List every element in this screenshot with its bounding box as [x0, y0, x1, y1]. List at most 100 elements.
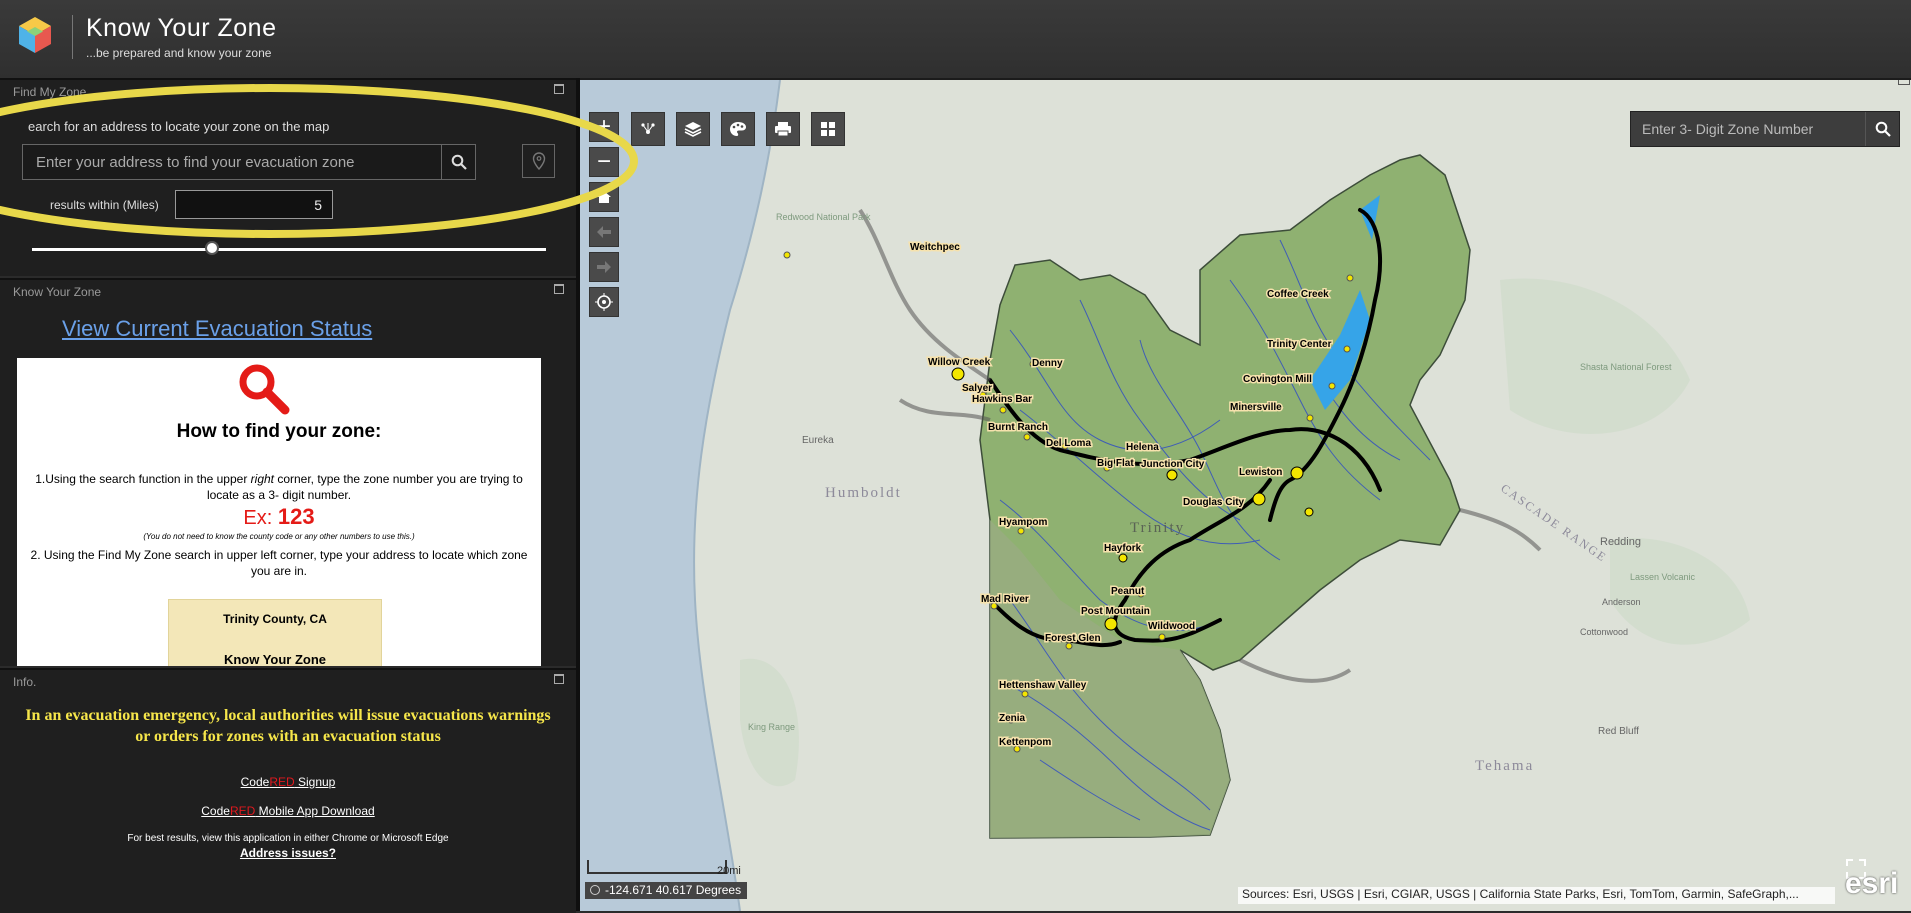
place-label: Willow Creek [928, 357, 991, 368]
place-label: Hawkins Bar [972, 394, 1032, 405]
scale-bar [587, 860, 727, 874]
basemap: Humboldt Tehama Trinity CASCADE RANGE Re… [580, 80, 1750, 911]
print-button[interactable] [766, 112, 800, 146]
instructions-graphic: How to find your zone: 1.Using the searc… [17, 358, 541, 666]
park-label: Redwood National Park [776, 212, 871, 222]
search-radius-label: results within (Miles) [50, 198, 159, 212]
place-label: Mad River [981, 594, 1029, 605]
evacuation-status-link[interactable]: View Current Evacuation Status [62, 316, 372, 342]
park-label: King Range [748, 722, 795, 732]
example: Ex: 123 [17, 504, 541, 530]
thumbnail-title: Trinity County, CA [223, 612, 327, 626]
maximize-icon[interactable] [554, 84, 564, 94]
maximize-icon[interactable] [1898, 80, 1910, 85]
palette-icon [730, 122, 746, 136]
zoom-in-button[interactable]: + [589, 112, 619, 142]
step-one-text: 1.Using the search function in the upper [35, 472, 251, 486]
search-radius-input[interactable] [175, 190, 333, 219]
codered-code-text: Code [201, 804, 230, 818]
place-label: Coffee Creek [1267, 289, 1329, 300]
zone-number-input[interactable] [1631, 112, 1867, 146]
place-label: Peanut [1111, 586, 1145, 597]
app-header: Know Your Zone ...be prepared and know y… [0, 0, 1911, 80]
widget-grid-button[interactable] [811, 112, 845, 146]
home-button[interactable] [589, 182, 619, 212]
region-label: Trinity [1130, 520, 1185, 536]
arrow-right-icon [597, 261, 611, 273]
find-my-zone-panel: Find My Zone earch for an address to loc… [0, 78, 576, 276]
basemap-gallery-button[interactable] [721, 112, 755, 146]
my-location-button[interactable] [589, 287, 619, 317]
codered-red-text: RED [269, 775, 295, 789]
example-label: Ex: [243, 507, 278, 529]
app-title: Know Your Zone [86, 14, 277, 42]
region-label: Humboldt [825, 485, 902, 501]
example-number: 123 [277, 504, 315, 529]
previous-extent-button[interactable] [589, 217, 619, 247]
map-pin-icon [532, 152, 545, 170]
county-map-thumbnail: Trinity County, CA Know Your Zone [168, 599, 382, 666]
magnifier-icon [239, 364, 290, 415]
region-label: Tehama [1475, 758, 1534, 774]
share-icon [641, 123, 655, 134]
town-label: Cottonwood [1580, 627, 1628, 637]
step-one-emphasis: right [250, 472, 274, 486]
park-label: Lassen Volcanic [1630, 572, 1696, 582]
place-label: Covington Mill [1243, 374, 1312, 385]
search-caption: earch for an address to locate your zone… [28, 119, 330, 134]
home-icon [597, 191, 611, 203]
app-subtitle: ...be prepared and know your zone [86, 46, 272, 60]
instructions-heading: How to find your zone: [176, 421, 382, 442]
zone-search-button[interactable] [1865, 112, 1899, 146]
town-label: Eureka [802, 435, 834, 446]
step-one: 1.Using the search function in the upper… [25, 471, 533, 503]
codered-signup-link[interactable]: CodeRED Signup [0, 775, 576, 789]
place-label: Lewiston [1239, 467, 1282, 478]
address-search-button[interactable] [441, 145, 475, 179]
place-label: Hyampom [999, 517, 1047, 528]
address-search-box [22, 144, 476, 180]
panel-title: Know Your Zone [13, 285, 102, 299]
codered-code-text: Code [240, 775, 270, 789]
app-logo-icon [19, 17, 51, 53]
browser-note: For best results, view this application … [127, 833, 449, 844]
maximize-icon[interactable] [554, 284, 564, 294]
address-search-input[interactable] [23, 145, 453, 179]
place-label: Denny [1032, 358, 1063, 369]
zone-number-search [1630, 111, 1900, 147]
lassen-area [1610, 538, 1750, 645]
share-button[interactable] [631, 112, 665, 146]
place-label: Trinity Center [1267, 339, 1332, 350]
radius-slider-handle[interactable] [204, 241, 219, 255]
place-label: Forest Glen [1045, 633, 1101, 644]
place-label: Hettenshaw Valley [999, 680, 1087, 691]
town-label: Red Bluff [1598, 726, 1639, 737]
layers-button[interactable] [676, 112, 710, 146]
locate-button[interactable] [522, 144, 555, 178]
coordinates-readout[interactable]: -124.671 40.617 Degrees [585, 882, 748, 899]
place-label: Salyer [962, 383, 992, 394]
address-issues-link[interactable]: Address issues? [0, 846, 576, 860]
next-extent-button[interactable] [589, 252, 619, 282]
coordinates-text: -124.671 40.617 Degrees [605, 883, 742, 897]
scale-label: 20mi [717, 865, 741, 877]
grid-icon [821, 122, 835, 136]
info-panel: Info. In an evacuation emergency, local … [0, 668, 576, 913]
codered-app-link[interactable]: CodeRED Mobile App Download [0, 804, 576, 818]
zoom-out-button[interactable]: − [589, 147, 619, 177]
place-label: Weitchpec [910, 242, 960, 253]
map-view[interactable]: Humboldt Tehama Trinity CASCADE RANGE Re… [580, 80, 1911, 911]
place-label: Post Mountain [1081, 606, 1150, 617]
panel-title: Find My Zone [13, 85, 87, 99]
codered-signup-text: Signup [294, 775, 336, 789]
emergency-notice: In an evacuation emergency, local author… [25, 707, 551, 745]
search-icon [451, 154, 467, 170]
place-label: Helena [1126, 442, 1159, 453]
crosshair-icon [595, 293, 613, 311]
shasta-forest-area [1500, 278, 1690, 434]
place-label: Minersville [1230, 402, 1282, 413]
layers-icon [684, 122, 702, 137]
town-label: Anderson [1602, 597, 1641, 607]
radius-slider-track[interactable] [32, 248, 546, 251]
maximize-icon[interactable] [554, 674, 564, 684]
